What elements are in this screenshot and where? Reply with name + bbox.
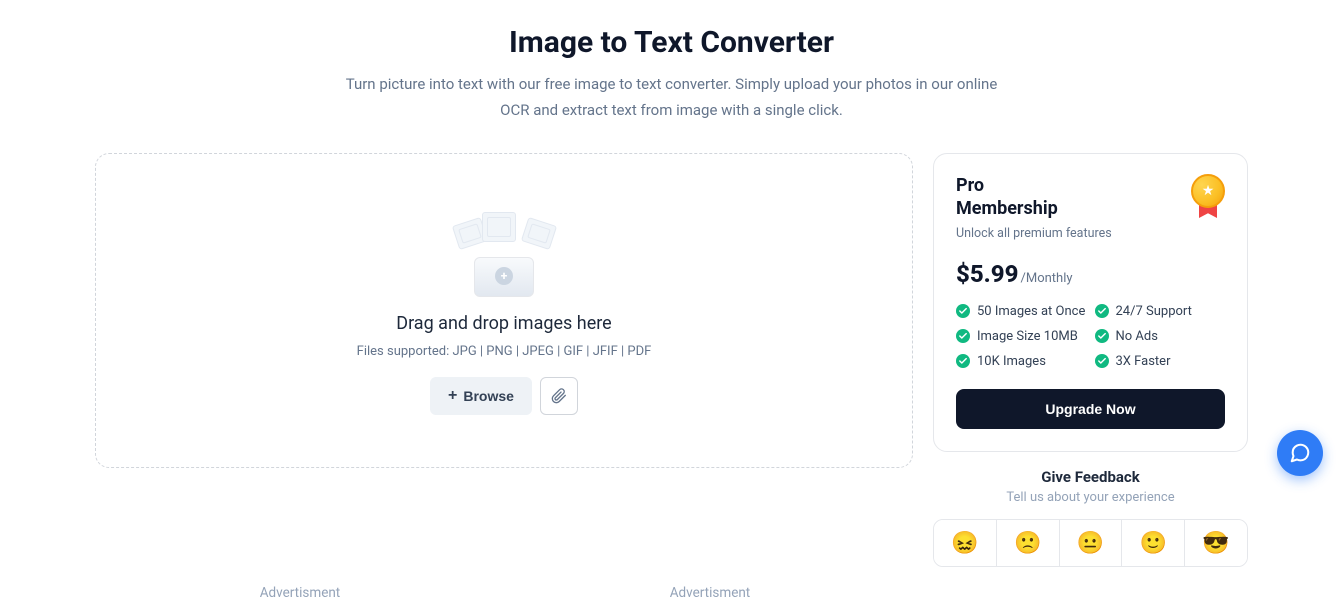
plus-icon: +	[448, 387, 457, 405]
feedback-panel: Give Feedback Tell us about your experie…	[933, 468, 1248, 567]
feedback-emoji-neutral[interactable]: 😐	[1060, 520, 1123, 566]
advertisement-label: Advertisment	[505, 585, 915, 601]
feedback-emoji-row: 😖 🙁 😐 🙂 😎	[933, 519, 1248, 567]
feedback-emoji-great[interactable]: 😎	[1185, 520, 1247, 566]
check-icon	[956, 354, 970, 368]
chat-button[interactable]	[1277, 430, 1323, 476]
advertisement-label: Advertisment	[95, 585, 505, 601]
check-icon	[1095, 329, 1109, 343]
pro-membership-card: ProMembership Unlock all premium feature…	[933, 153, 1248, 452]
feature-item: No Ads	[1095, 329, 1226, 344]
files-supported-text: Files supported: JPG | PNG | JPEG | GIF …	[357, 344, 652, 359]
upgrade-button[interactable]: Upgrade Now	[956, 389, 1225, 429]
check-icon	[956, 329, 970, 343]
feedback-title: Give Feedback	[933, 468, 1248, 486]
feedback-emoji-good[interactable]: 🙂	[1122, 520, 1185, 566]
page-subtitle: Turn picture into text with our free ima…	[342, 72, 1002, 123]
feedback-emoji-bad[interactable]: 🙁	[997, 520, 1060, 566]
pro-period: /Monthly	[1020, 271, 1072, 286]
pro-title: ProMembership	[956, 174, 1112, 221]
dropzone-heading: Drag and drop images here	[396, 313, 611, 334]
feature-item: 3X Faster	[1095, 354, 1226, 369]
feature-item: 24/7 Support	[1095, 304, 1226, 319]
medal-icon: ★	[1191, 174, 1225, 218]
feedback-emoji-terrible[interactable]: 😖	[934, 520, 997, 566]
pro-subtitle: Unlock all premium features	[956, 225, 1112, 244]
check-icon	[956, 304, 970, 318]
url-upload-button[interactable]	[540, 377, 578, 415]
pro-price: $5.99	[956, 260, 1018, 288]
check-icon	[1095, 304, 1109, 318]
chat-icon	[1289, 442, 1311, 464]
feature-item: Image Size 10MB	[956, 329, 1087, 344]
page-title: Image to Text Converter	[95, 25, 1248, 60]
browse-button[interactable]: + Browse	[430, 377, 532, 415]
feature-item: 50 Images at Once	[956, 304, 1087, 319]
browse-button-label: Browse	[463, 388, 514, 404]
pro-features-list: 50 Images at Once 24/7 Support Image Siz…	[956, 304, 1225, 369]
upload-dropzone[interactable]: + Drag and drop images here Files suppor…	[95, 153, 913, 468]
check-icon	[1095, 354, 1109, 368]
feature-item: 10K Images	[956, 354, 1087, 369]
paperclip-icon	[551, 388, 567, 404]
upload-illustration: +	[457, 207, 552, 297]
feedback-subtitle: Tell us about your experience	[933, 490, 1248, 505]
